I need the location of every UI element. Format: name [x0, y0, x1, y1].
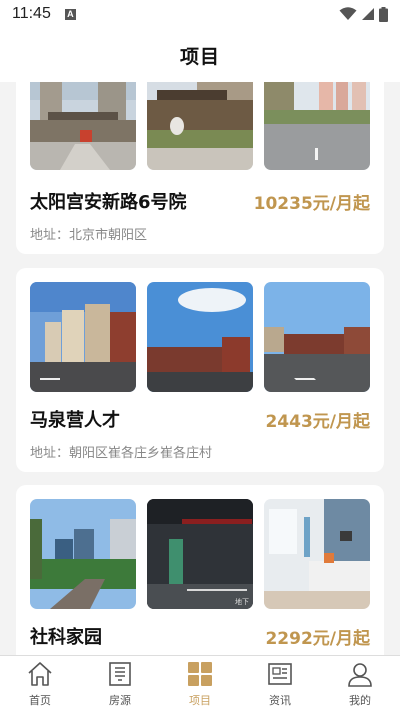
project-photo-parking[interactable]: 地下 — [147, 499, 253, 609]
project-photo-bedroom[interactable] — [264, 499, 370, 609]
home-icon — [28, 662, 52, 686]
project-photo-avenue[interactable] — [264, 282, 370, 392]
project-card[interactable]: 地下 社科家园 2292元/月起 — [16, 485, 384, 655]
project-photo-courtyard[interactable] — [147, 82, 253, 170]
signal-icon — [362, 8, 374, 20]
tab-label: 首页 — [29, 694, 51, 707]
status-bar: 11:45 A — [0, 0, 400, 28]
tab-label: 我的 — [349, 694, 371, 707]
project-photo-garden[interactable] — [30, 499, 136, 609]
project-list[interactable]: 太阳宫安新路6号院 10235元/月起 地址：北京市朝阳区 马泉营人才 2443… — [0, 82, 400, 655]
tab-bar: 首页 房源 项目 资讯 我的 — [0, 655, 400, 711]
tab-label: 项目 — [189, 694, 211, 707]
tab-profile[interactable]: 我的 — [320, 656, 400, 711]
grid-icon — [188, 662, 212, 686]
project-photo-apartments[interactable] — [30, 282, 136, 392]
tab-listings[interactable]: 房源 — [80, 656, 160, 711]
photo-caption: 地下 — [235, 598, 249, 606]
battery-icon — [379, 6, 388, 22]
project-photo-road[interactable] — [264, 82, 370, 170]
project-name: 社科家园 — [30, 627, 102, 648]
tab-label: 资讯 — [269, 694, 291, 707]
tab-projects[interactable]: 项目 — [160, 656, 240, 711]
notification-icon: A — [64, 8, 76, 20]
tab-news[interactable]: 资讯 — [240, 656, 320, 711]
tab-label: 房源 — [109, 694, 131, 707]
page-title: 项目 — [179, 45, 220, 68]
user-icon — [348, 663, 372, 687]
project-name: 马泉营人才 — [30, 410, 120, 431]
status-time: 11:45 — [12, 5, 51, 22]
project-address: 地址：北京市朝阳区 — [30, 228, 148, 243]
project-photo-street[interactable] — [147, 282, 253, 392]
news-icon — [268, 663, 292, 685]
project-name: 太阳宫安新路6号院 — [30, 192, 187, 213]
wifi-icon — [339, 7, 357, 20]
project-card[interactable]: 太阳宫安新路6号院 10235元/月起 地址：北京市朝阳区 — [16, 82, 384, 254]
tab-home[interactable]: 首页 — [0, 656, 80, 711]
project-address: 地址：朝阳区崔各庄乡崔各庄村 — [30, 446, 213, 461]
project-price: 10235元/月起 — [253, 194, 370, 214]
project-photo-gate[interactable] — [30, 82, 136, 170]
app-header: 项目 — [0, 28, 400, 82]
project-price: 2292元/月起 — [265, 629, 370, 649]
building-icon — [109, 662, 131, 686]
project-card[interactable]: 马泉营人才 2443元/月起 地址：朝阳区崔各庄乡崔各庄村 — [16, 268, 384, 472]
project-price: 2443元/月起 — [265, 412, 370, 432]
